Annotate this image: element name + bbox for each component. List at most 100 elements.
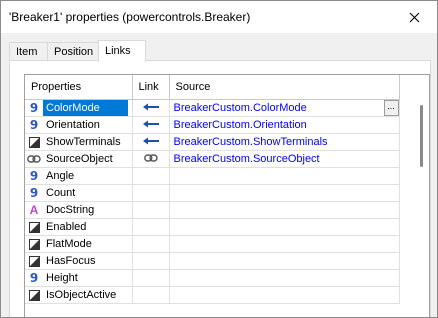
source-value	[170, 272, 174, 284]
links-tab-panel: Properties Link Source 9 ColorMode Breaker…	[9, 60, 431, 317]
table-row[interactable]: 9 Angle	[25, 167, 400, 185]
link-cell[interactable]	[132, 150, 170, 168]
boolean-icon	[25, 219, 43, 235]
link-cell[interactable]	[132, 184, 170, 202]
close-button[interactable]	[391, 1, 437, 33]
column-header-properties[interactable]: Properties	[25, 75, 133, 100]
window-title: 'Breaker1' properties (powercontrols.Bre…	[9, 10, 251, 24]
property-name: IsObjectActive	[46, 289, 117, 301]
source-cell[interactable]	[169, 252, 400, 270]
boolean-icon	[25, 287, 43, 303]
link-cell[interactable]	[132, 99, 170, 117]
tab-links[interactable]: Links	[98, 40, 146, 62]
tab-position-label: Position	[54, 46, 94, 58]
property-cell[interactable]: HasFocus	[25, 252, 133, 270]
source-cell[interactable]	[169, 201, 400, 219]
table-row[interactable]: FlatMode	[25, 235, 400, 253]
table-row[interactable]: 9 ColorMode BreakerCustom.ColorMode...	[25, 99, 400, 117]
source-cell[interactable]: BreakerCustom.SourceObject	[169, 150, 400, 168]
source-value: BreakerCustom.ColorMode	[173, 102, 307, 114]
link-cell[interactable]	[132, 116, 170, 134]
integer-icon: 9	[29, 101, 39, 115]
tab-links-label: Links	[105, 45, 131, 57]
source-cell[interactable]	[169, 167, 400, 185]
property-cell[interactable]: 9 ColorMode	[25, 99, 133, 117]
property-cell[interactable]: ShowTerminals	[25, 133, 133, 151]
link-cell[interactable]	[132, 167, 170, 185]
property-name: Orientation	[46, 119, 100, 131]
tab-item-label: Item	[16, 46, 38, 58]
property-name: DocString	[46, 204, 95, 216]
column-header-link[interactable]: Link	[132, 75, 170, 100]
table-row[interactable]: A DocString	[25, 201, 400, 219]
source-value	[170, 255, 174, 267]
integer-icon: 9	[29, 186, 39, 200]
boolean-icon	[25, 253, 43, 269]
property-name: Angle	[46, 170, 75, 182]
vertical-scrollbar[interactable]	[415, 99, 429, 317]
column-header-source[interactable]: Source	[169, 75, 400, 100]
property-cell[interactable]: SourceObject	[25, 150, 133, 168]
integer-icon: 9	[29, 169, 39, 183]
property-cell[interactable]: A DocString	[25, 201, 133, 219]
table-header-row: Properties Link Source	[25, 75, 400, 100]
object-icon	[25, 151, 43, 167]
source-value	[170, 289, 174, 301]
table-row[interactable]: ShowTerminals BreakerCustom.ShowTerminals	[25, 133, 400, 151]
property-cell[interactable]: Enabled	[25, 218, 133, 236]
table-row[interactable]: IsObjectActive	[25, 286, 400, 304]
integer-icon: 9	[29, 118, 39, 132]
property-name: Enabled	[46, 221, 87, 233]
arrow-left-icon	[142, 102, 160, 114]
source-value	[170, 187, 174, 199]
property-cell[interactable]: FlatMode	[25, 235, 133, 253]
source-value: BreakerCustom.ShowTerminals	[173, 136, 328, 148]
arrow-left-icon	[142, 136, 160, 148]
property-cell[interactable]: 9 Count	[25, 184, 133, 202]
source-cell[interactable]: BreakerCustom.ShowTerminals	[169, 133, 400, 151]
property-cell[interactable]: 9 Height	[25, 269, 133, 287]
source-value	[170, 221, 174, 233]
source-cell[interactable]	[169, 235, 400, 253]
source-cell[interactable]: BreakerCustom.ColorMode...	[169, 99, 400, 117]
table-row[interactable]: SourceObject BreakerCustom.SourceObject	[25, 150, 400, 168]
tab-position[interactable]: Position	[47, 42, 99, 61]
link-cell[interactable]	[132, 252, 170, 270]
link-cell[interactable]	[132, 269, 170, 287]
boolean-icon	[25, 236, 43, 252]
link-cell[interactable]	[132, 201, 170, 219]
boolean-icon	[25, 134, 43, 150]
table-row[interactable]: 9 Height	[25, 269, 400, 287]
link-cell[interactable]	[132, 218, 170, 236]
tab-item[interactable]: Item	[9, 42, 48, 61]
string-icon: A	[29, 203, 39, 217]
source-cell[interactable]	[169, 184, 400, 202]
property-name: Height	[46, 272, 78, 284]
browse-source-button[interactable]: ...	[383, 100, 398, 116]
table-row[interactable]: 9 Count	[25, 184, 400, 202]
link-cell[interactable]	[132, 235, 170, 253]
source-cell[interactable]: BreakerCustom.Orientation	[169, 116, 400, 134]
source-value: BreakerCustom.SourceObject	[173, 153, 320, 165]
property-name: FlatMode	[46, 238, 92, 250]
source-value	[170, 238, 174, 250]
table-row[interactable]: Enabled	[25, 218, 400, 236]
property-name: SourceObject	[46, 153, 113, 165]
source-value	[170, 170, 174, 182]
property-cell[interactable]: 9 Orientation	[25, 116, 133, 134]
link-cell[interactable]	[132, 286, 170, 304]
property-name: Count	[46, 187, 76, 199]
source-cell[interactable]	[169, 218, 400, 236]
table-row[interactable]: 9 Orientation BreakerCustom.Orientation	[25, 116, 400, 134]
integer-icon: 9	[29, 271, 39, 285]
chain-link-icon	[143, 153, 158, 165]
property-cell[interactable]: IsObjectActive	[25, 286, 133, 304]
source-value: BreakerCustom.Orientation	[173, 119, 307, 131]
property-cell[interactable]: 9 Angle	[25, 167, 133, 185]
link-cell[interactable]	[132, 133, 170, 151]
scrollbar-thumb[interactable]	[420, 105, 423, 167]
source-cell[interactable]	[169, 286, 400, 304]
source-cell[interactable]	[169, 269, 400, 287]
table-row[interactable]: HasFocus	[25, 252, 400, 270]
links-grid: Properties Link Source 9 ColorMode Breaker…	[24, 74, 430, 317]
